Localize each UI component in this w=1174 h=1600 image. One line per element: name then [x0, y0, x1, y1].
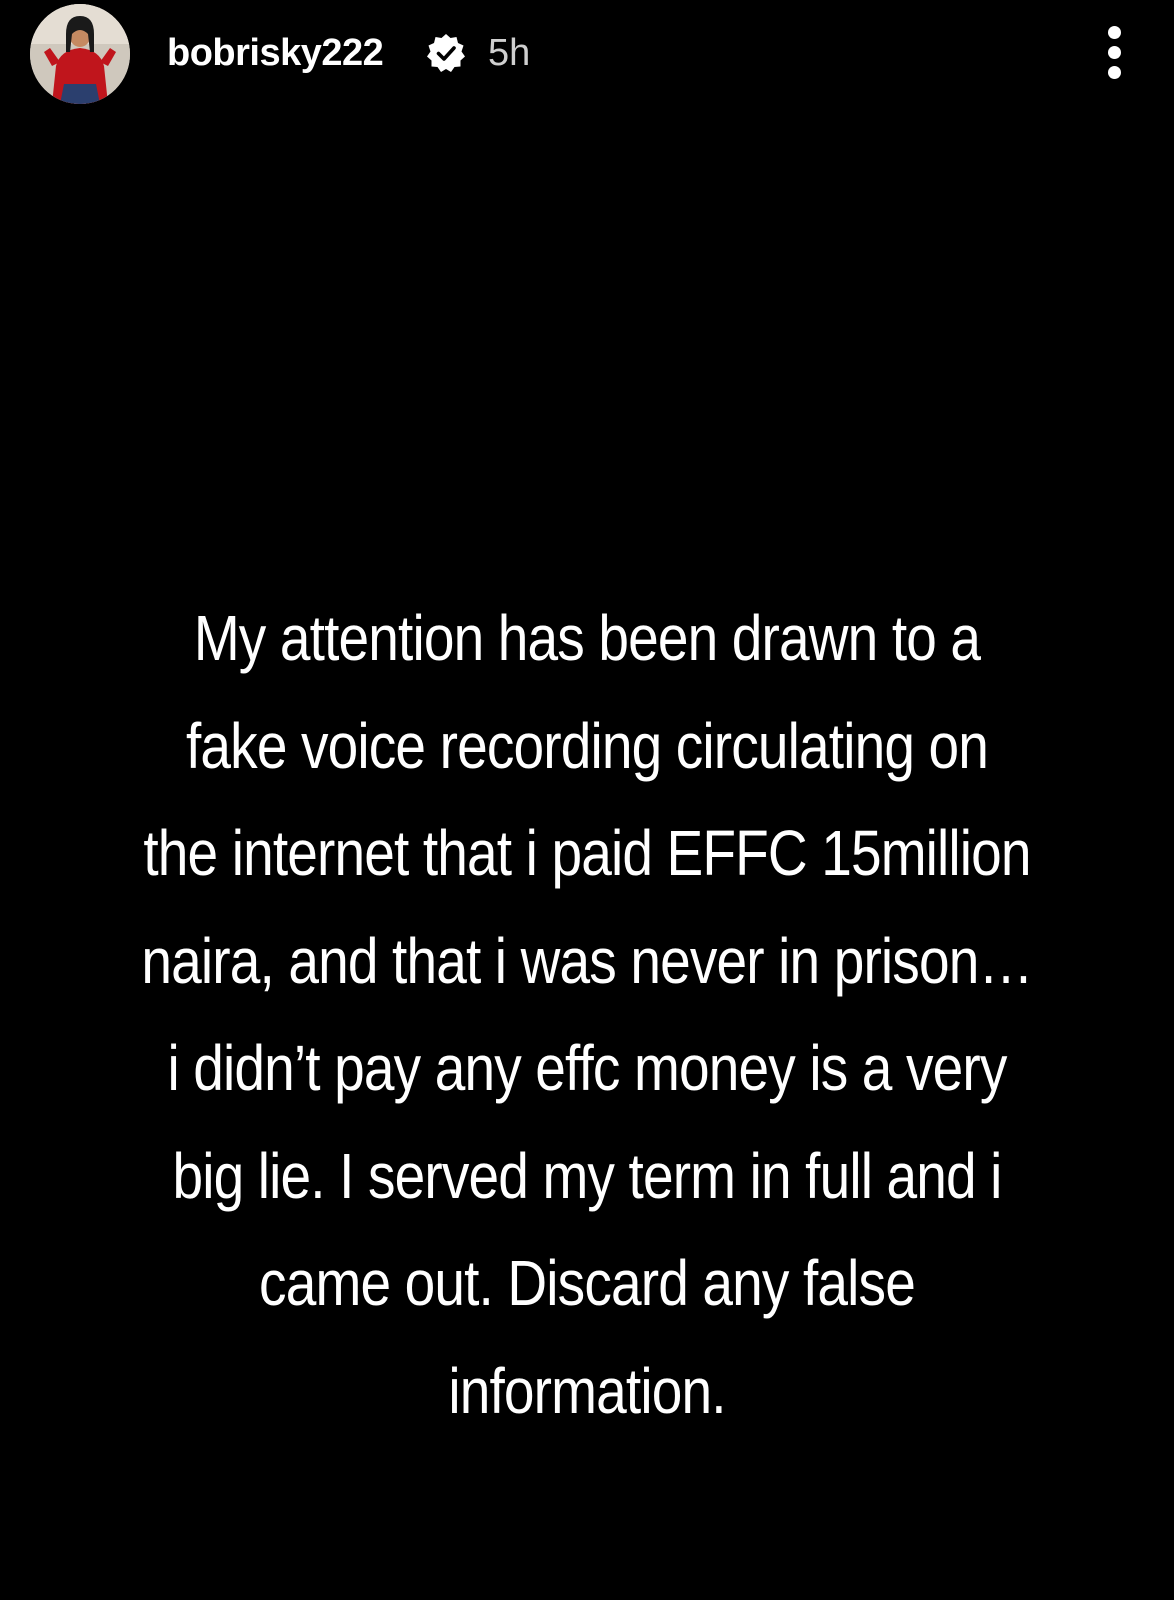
more-dot	[1108, 26, 1121, 39]
more-dot	[1108, 66, 1121, 79]
verified-badge-icon	[425, 32, 467, 74]
more-options-icon[interactable]	[1090, 20, 1140, 84]
post-time: 5h	[488, 32, 531, 74]
story-text-line: My attention has been drawn to a	[193, 602, 981, 674]
avatar-image	[30, 4, 130, 104]
story-header: bobrisky222 5h	[0, 0, 1174, 110]
story-text-line: came out. Discard any false	[259, 1247, 916, 1319]
story-text-line: naira, and that i was never in prison…	[141, 924, 1033, 997]
more-dot	[1108, 46, 1121, 59]
profile-avatar[interactable]	[30, 4, 130, 104]
story-text-line: fake voice recording circulating on	[185, 709, 989, 782]
story-text-line: information.	[448, 1354, 726, 1427]
story-text-line: the internet that i paid EFFC 15million	[143, 817, 1031, 889]
story-viewer[interactable]: bobrisky222 5h My attention has been dra…	[0, 0, 1174, 1600]
story-text-line: big lie. I served my term in full and i	[172, 1139, 1002, 1212]
username[interactable]: bobrisky222	[167, 28, 384, 78]
story-text-line: i didn’t pay any effc money is a very	[167, 1032, 1007, 1104]
story-text: My attention has been drawn to a fake vo…	[117, 585, 1058, 1445]
